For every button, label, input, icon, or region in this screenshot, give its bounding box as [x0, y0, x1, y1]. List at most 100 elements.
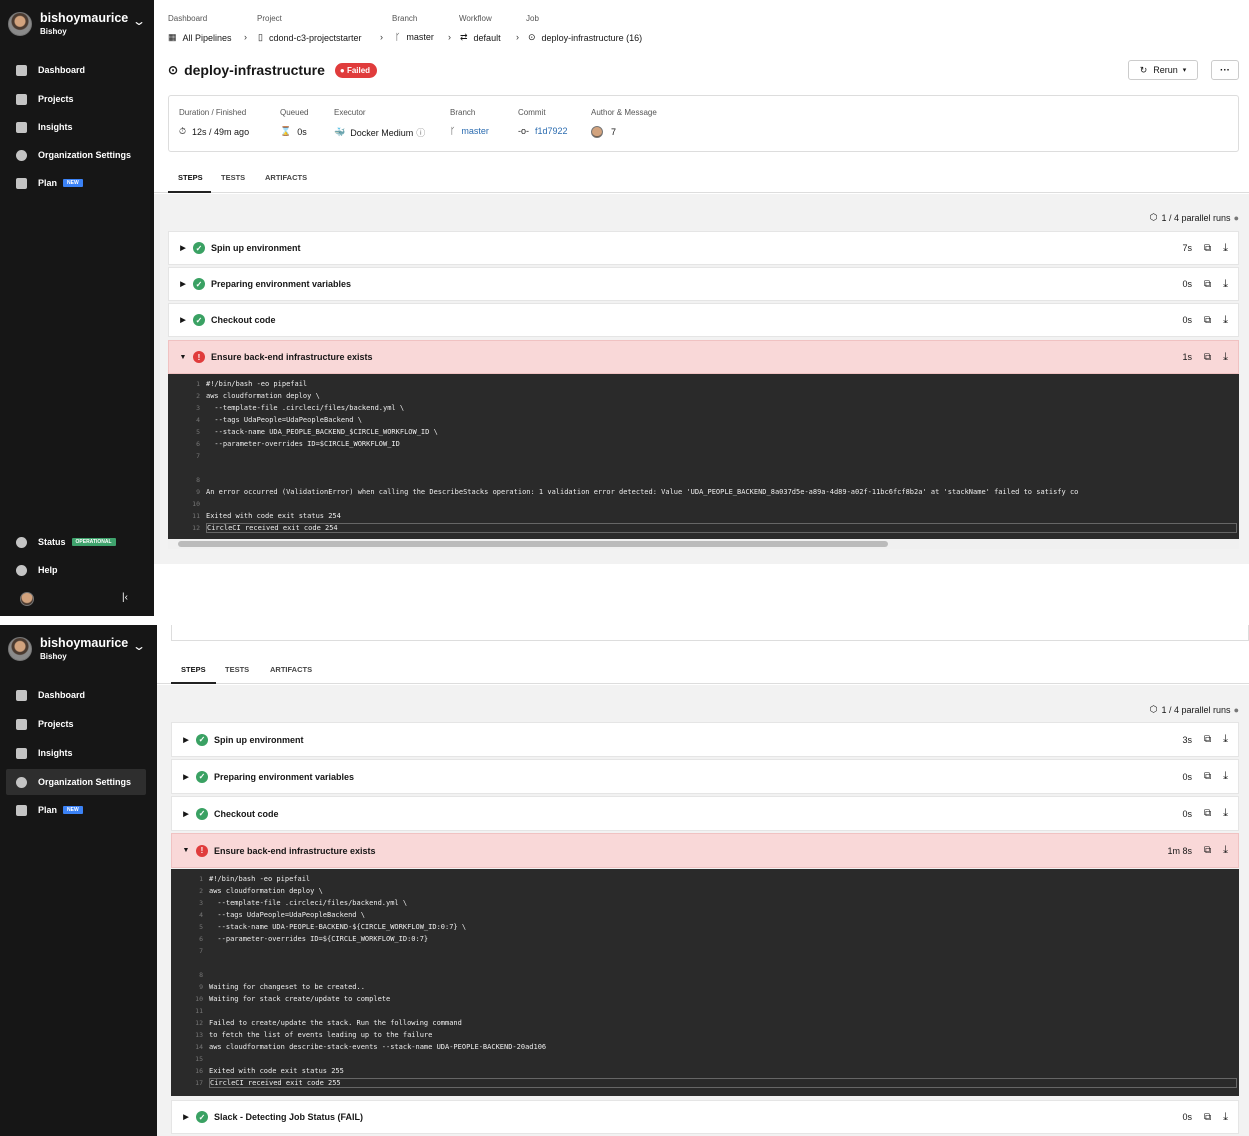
chevron-right-icon: ›	[516, 32, 519, 42]
avatar[interactable]	[20, 592, 34, 606]
sidebar-item-projects[interactable]: Projects	[6, 712, 146, 736]
external-link-icon[interactable]: ⧉	[1204, 734, 1211, 745]
caret-right-icon: ▶	[180, 281, 186, 288]
step-row[interactable]: ▶ ✓ Preparing environment variables 0s ⧉ ⤓	[171, 759, 1239, 794]
branch-link[interactable]: ᚴ master	[450, 126, 489, 136]
download-icon[interactable]: ⤓	[1223, 733, 1228, 746]
external-link-icon[interactable]: ⧉	[1204, 352, 1211, 363]
step-row[interactable]: ▶ ✓ Spin up environment 3s ⧉ ⤓	[171, 722, 1239, 757]
more-button[interactable]: ···	[1211, 60, 1239, 80]
caret-right-icon: ▶	[180, 245, 186, 252]
sidebar-item-dashboard[interactable]: Dashboard	[6, 58, 146, 82]
external-link-icon[interactable]: ⧉	[1204, 1112, 1211, 1123]
avatar	[591, 126, 603, 138]
download-icon[interactable]: ⤓	[1223, 242, 1228, 255]
external-link-icon[interactable]: ⧉	[1204, 315, 1211, 326]
caret-right-icon: ▶	[183, 810, 189, 818]
sidebar-item-org-settings[interactable]: Organization Settings	[6, 143, 146, 167]
info-icon: ●	[1233, 212, 1239, 223]
crumb-workflow[interactable]: ⇄ default	[460, 32, 501, 43]
step-row-failed[interactable]: ▼! Ensure back-end infrastructure exists …	[168, 340, 1239, 374]
log-line: 9 Waiting for changeset to be created..	[199, 983, 365, 991]
sidebar-item-insights[interactable]: Insights	[6, 741, 146, 765]
log-line: 2 aws cloudformation deploy \	[196, 392, 320, 400]
download-icon[interactable]: ⤓	[1223, 278, 1228, 291]
rerun-button[interactable]: ↻ Rerun ▾	[1128, 60, 1198, 80]
success-icon: ✓	[196, 807, 208, 820]
caret-down-icon: ▼	[182, 847, 190, 854]
success-icon: ✓	[193, 242, 205, 254]
info-icon[interactable]: ⓘ	[416, 126, 425, 139]
sidebar-item-dashboard[interactable]: Dashboard	[6, 683, 146, 707]
log-line: 12 Failed to create/update the stack. Run…	[195, 1019, 462, 1027]
step-row[interactable]: ▶ ✓ Checkout code 0s ⧉ ⤓	[171, 796, 1239, 831]
tab-steps[interactable]: STEPS	[178, 173, 203, 182]
caret-right-icon: ▶	[183, 1114, 189, 1121]
crumb-branch[interactable]: ᚴ master	[395, 32, 434, 42]
job-info-panel-edge	[171, 625, 1249, 641]
external-link-icon[interactable]: ⧉	[1204, 808, 1211, 819]
sidebar-item-insights[interactable]: Insights	[6, 115, 146, 139]
tab-tests[interactable]: TESTS	[225, 665, 249, 674]
horizontal-scrollbar[interactable]	[168, 539, 1239, 549]
crumb-job[interactable]: ⊙ deploy-infrastructure (16)	[528, 32, 642, 43]
step-row[interactable]: ▶ ✓ Checkout code 0s ⧉ ⤓	[168, 303, 1239, 337]
sidebar-item-projects[interactable]: Projects	[6, 87, 146, 111]
download-icon[interactable]: ⤓	[1223, 351, 1228, 364]
log-line: 13 to fetch the list of events leading up…	[195, 1031, 433, 1039]
log-line: 7	[199, 947, 203, 955]
parallel-runs[interactable]: ⬡ 1 / 4 parallel runs ●	[1150, 212, 1239, 223]
step-row[interactable]: ▶ ✓ Spin up environment 7s ⧉ ⤓	[168, 231, 1239, 265]
download-icon[interactable]: ⤓	[1223, 844, 1228, 857]
collapse-sidebar-icon[interactable]: |‹	[122, 592, 128, 603]
download-icon[interactable]: ⤓	[1223, 314, 1228, 327]
chevron-down-icon[interactable]: ⌄	[132, 639, 146, 653]
insights-icon	[16, 121, 27, 133]
log-line: 2 aws cloudformation deploy \	[199, 887, 323, 895]
job-icon: ⊙	[528, 32, 536, 42]
crumb-project[interactable]: ▯ cdond-c3-projectstarter	[258, 32, 362, 43]
external-link-icon[interactable]: ⧉	[1204, 243, 1211, 254]
step-row[interactable]: ▶ ✓ Preparing environment variables 0s ⧉ ⤓	[168, 267, 1239, 301]
log-line: 1 #!/bin/bash -eo pipefail	[199, 875, 311, 883]
chevron-down-icon: ▾	[1182, 67, 1187, 74]
tab-artifacts[interactable]: ARTIFACTS	[265, 173, 307, 182]
success-icon: ✓	[196, 770, 208, 783]
user-menu[interactable]: bishoymaurice Bishoy ⌄	[8, 635, 148, 665]
caret-right-icon: ▶	[183, 773, 189, 781]
external-link-icon[interactable]: ⧉	[1204, 845, 1211, 856]
commit-icon: -o-	[518, 126, 529, 136]
queued-value: ⌛ 0s	[280, 126, 307, 137]
log-output: 1 #!/bin/bash -eo pipefail 2 aws cloudform…	[171, 869, 1239, 1096]
user-name: bishoymaurice	[40, 11, 129, 25]
external-link-icon[interactable]: ⧉	[1204, 279, 1211, 290]
commit-link[interactable]: -o-f1d7922	[518, 126, 568, 136]
download-icon[interactable]: ⤓	[1223, 1111, 1228, 1124]
download-icon[interactable]: ⤓	[1223, 770, 1228, 783]
timer-icon: ⏱	[179, 126, 187, 136]
sidebar-item-plan[interactable]: Plan NEW	[6, 171, 146, 195]
scrollbar-thumb[interactable]	[178, 541, 888, 547]
external-link-icon[interactable]: ⧉	[1204, 771, 1211, 782]
duration-value: ⏱ 12s / 49m ago	[179, 126, 250, 137]
crumb-all-pipelines[interactable]: ▦ All Pipelines	[168, 32, 232, 43]
chevron-down-icon[interactable]: ⌄	[132, 14, 146, 28]
download-icon[interactable]: ⤓	[1223, 807, 1228, 820]
tab-steps[interactable]: STEPS	[181, 665, 206, 674]
gear-icon	[16, 776, 27, 788]
help-icon	[16, 564, 27, 576]
user-name: bishoymaurice	[40, 636, 129, 650]
org-name: Bishoy	[40, 652, 67, 661]
page-title: ⊙ deploy-infrastructure ● Failed	[168, 62, 378, 78]
tab-tests[interactable]: TESTS	[221, 173, 245, 182]
tab-artifacts[interactable]: ARTIFACTS	[270, 665, 312, 674]
sidebar-item-help[interactable]: Help	[6, 558, 146, 582]
sidebar-item-status[interactable]: Status OPERATIONAL	[6, 530, 146, 554]
step-row-failed[interactable]: ▼! Ensure back-end infrastructure exists …	[171, 833, 1239, 868]
docker-icon: 🐳	[334, 127, 346, 137]
sidebar-item-org-settings[interactable]: Organization Settings	[6, 769, 146, 795]
step-row[interactable]: ▶ ✓ Slack - Detecting Job Status (FAIL) 0s…	[171, 1100, 1239, 1134]
user-menu[interactable]: bishoymaurice Bishoy ⌄	[8, 10, 148, 40]
parallel-runs[interactable]: ⬡ 1 / 4 parallel runs ●	[1150, 704, 1239, 715]
sidebar-item-plan[interactable]: Plan NEW	[6, 798, 146, 822]
